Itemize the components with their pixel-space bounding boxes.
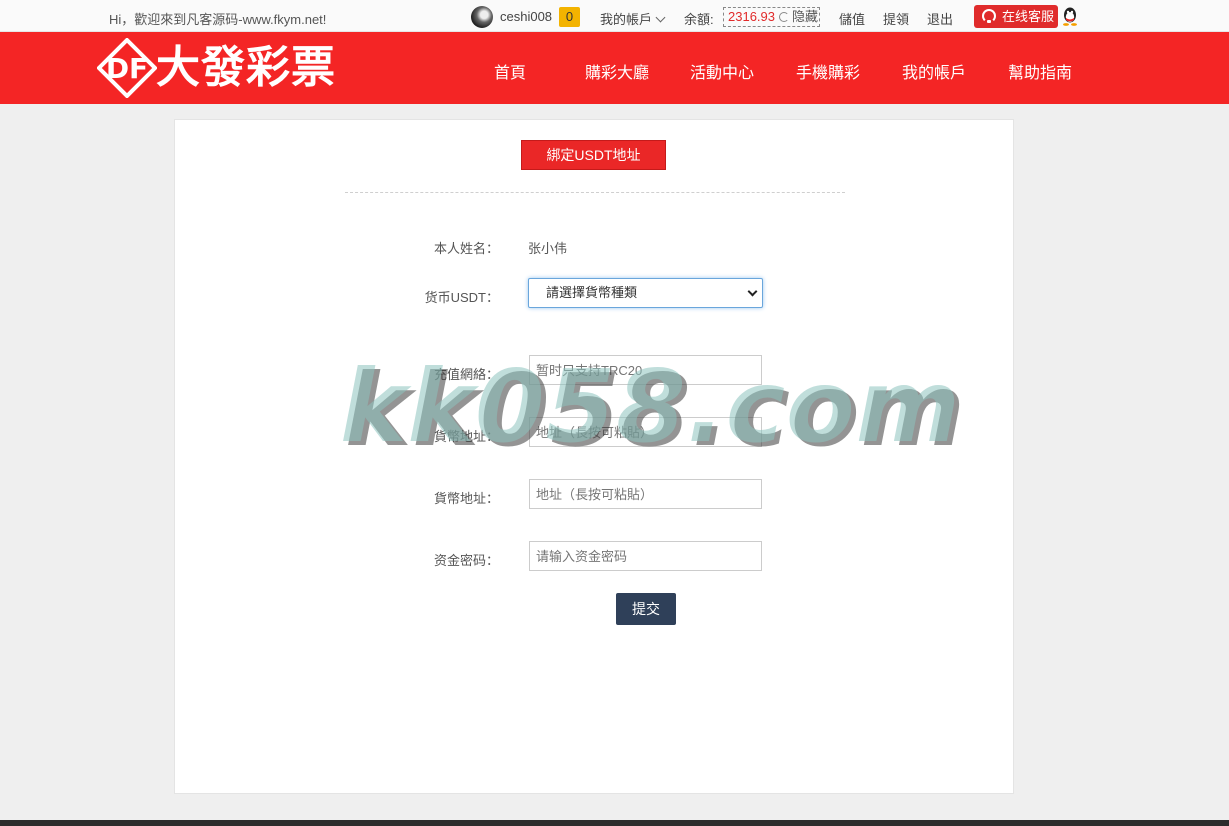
logo-mark-text: DF xyxy=(106,52,148,85)
balance-value: 2316.93 xyxy=(728,9,775,24)
deposit-link[interactable]: 儲值 xyxy=(839,9,865,28)
currency-select[interactable]: 請選擇貨幣種類 xyxy=(528,278,763,308)
chevron-down-icon xyxy=(655,12,666,23)
welcome-text: Hi，歡迎來到凡客源码-www.fkym.net! xyxy=(109,12,327,27)
avatar[interactable] xyxy=(471,6,493,28)
nav-lottery-lobby[interactable]: 購彩大廳 xyxy=(585,59,649,83)
my-account-label: 我的帳戶 xyxy=(600,12,653,27)
address-label-2: 貨幣地址： xyxy=(433,491,499,506)
username[interactable]: ceshi008 xyxy=(500,9,552,24)
withdraw-link[interactable]: 提領 xyxy=(883,9,909,28)
my-account-dropdown[interactable]: 我的帳戶 xyxy=(600,9,666,28)
fund-password-label: 资金密码： xyxy=(433,553,499,568)
network-label: 充值網絡： xyxy=(433,367,499,382)
nav-my-account[interactable]: 我的帳戶 xyxy=(902,59,966,83)
logo-text[interactable]: 大發彩票 xyxy=(156,44,336,92)
message-count-badge[interactable]: 0 xyxy=(559,7,580,27)
qq-penguin-icon[interactable] xyxy=(1061,6,1079,26)
network-input[interactable] xyxy=(529,355,762,385)
currency-selected-value: 請選擇貨幣種類 xyxy=(546,285,638,300)
hide-balance-link[interactable]: 隐藏 xyxy=(792,9,818,24)
nav-home[interactable]: 首頁 xyxy=(494,59,526,83)
top-bar: Hi，歡迎來到凡客源码-www.fkym.net! ceshi008 0 我的帳… xyxy=(0,0,1229,32)
name-value: 张小伟 xyxy=(528,241,568,256)
footer-bar xyxy=(0,820,1229,826)
divider xyxy=(345,192,845,193)
submit-button[interactable]: 提交 xyxy=(616,593,676,625)
currency-label: 货币USDT： xyxy=(424,290,499,305)
online-support-button[interactable]: 在线客服 xyxy=(974,5,1058,28)
bind-usdt-tab[interactable]: 綁定USDT地址 xyxy=(521,140,666,170)
online-support-label: 在线客服 xyxy=(1002,9,1055,24)
address-input-1[interactable] xyxy=(529,417,762,447)
logout-link[interactable]: 退出 xyxy=(927,9,953,28)
nav-help-guide[interactable]: 幫助指南 xyxy=(1008,59,1072,83)
nav-events[interactable]: 活動中心 xyxy=(690,59,754,83)
fund-password-input[interactable] xyxy=(529,541,762,571)
balance-label: 余額: xyxy=(684,12,714,27)
headset-icon xyxy=(982,9,996,23)
bind-usdt-card: 綁定USDT地址 本人姓名： 张小伟 货币USDT： 請選擇貨幣種類 充值網絡：… xyxy=(174,119,1014,794)
address-label-1: 貨幣地址： xyxy=(433,429,499,444)
address-input-2[interactable] xyxy=(529,479,762,509)
balance-box: 2316.93 隐藏 xyxy=(723,7,820,27)
site-header: DF 大發彩票 首頁 購彩大廳 活動中心 手機購彩 我的帳戶 幫助指南 xyxy=(0,32,1229,104)
logo-mark-icon[interactable]: DF xyxy=(97,38,157,98)
name-label: 本人姓名： xyxy=(433,241,499,256)
chevron-down-icon xyxy=(747,286,758,297)
refresh-icon[interactable] xyxy=(779,12,789,22)
nav-mobile-lottery[interactable]: 手機購彩 xyxy=(796,59,860,83)
